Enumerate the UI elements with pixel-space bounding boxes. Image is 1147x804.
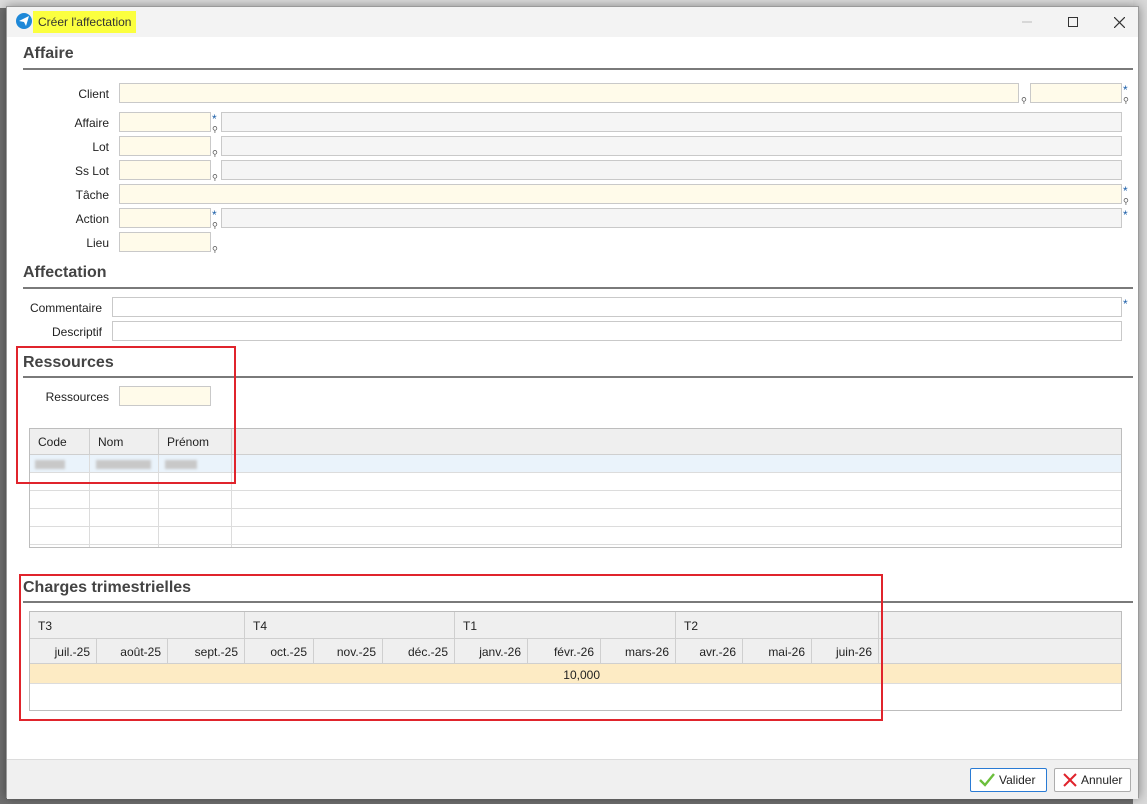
tache-field[interactable] [119, 184, 1122, 204]
check-icon [979, 773, 995, 787]
lieu-field[interactable] [119, 232, 211, 252]
close-icon [1113, 16, 1125, 28]
tache-label: Tâche [75, 188, 109, 202]
action-description-field[interactable] [221, 208, 1122, 228]
required-star: * [1123, 83, 1128, 97]
pin-icon[interactable]: ⚲ [1123, 198, 1129, 206]
sslot-label: Ss Lot [74, 164, 109, 178]
required-star: * [1123, 208, 1128, 222]
action-code-field[interactable] [119, 208, 211, 228]
sslot-code-field[interactable] [119, 160, 211, 180]
pin-icon[interactable]: ⚲ [212, 222, 218, 230]
commentaire-label: Commentaire [29, 301, 102, 315]
column-header-empty [232, 429, 1121, 455]
sslot-description-field[interactable] [221, 160, 1122, 180]
required-star: * [212, 112, 217, 126]
validate-button[interactable]: Valider [970, 768, 1047, 792]
client-label: Client [78, 87, 109, 101]
minimize-button[interactable] [1004, 7, 1050, 37]
required-star: * [212, 208, 217, 222]
client-code-field[interactable] [1030, 83, 1122, 103]
x-icon [1063, 773, 1077, 787]
pin-icon[interactable]: ⚲ [212, 126, 218, 134]
section-divider [23, 287, 1133, 289]
annotation-box-charges [19, 574, 883, 721]
validate-label: Valider [999, 773, 1036, 787]
pin-icon[interactable]: ⚲ [1021, 97, 1027, 105]
pin-icon[interactable]: ⚲ [1123, 97, 1129, 105]
cancel-button[interactable]: Annuler [1054, 768, 1131, 792]
dialog-footer: Valider Annuler [7, 759, 1138, 799]
paper-plane-icon [16, 13, 32, 29]
lot-description-field[interactable] [221, 136, 1122, 156]
close-button[interactable] [1096, 7, 1142, 37]
maximize-icon [1068, 17, 1078, 27]
minimize-icon [1022, 21, 1032, 23]
affaire-description-field[interactable] [221, 112, 1122, 132]
pin-icon[interactable]: ⚲ [212, 174, 218, 182]
client-field[interactable] [119, 83, 1019, 103]
required-star: * [1123, 184, 1128, 198]
lot-label: Lot [92, 140, 109, 154]
section-title-affaire: Affaire [23, 45, 74, 62]
lot-code-field[interactable] [119, 136, 211, 156]
affaire-label: Affaire [74, 116, 109, 130]
action-label: Action [75, 212, 109, 226]
month-header-empty [879, 639, 1121, 664]
annotation-box-ressources [16, 346, 236, 484]
section-title-affectation: Affectation [23, 264, 107, 281]
cancel-label: Annuler [1081, 773, 1123, 787]
quarter-header-empty [879, 612, 1121, 639]
title-bar: Créer l'affectation [7, 7, 1138, 37]
affaire-code-field[interactable] [119, 112, 211, 132]
section-divider [23, 68, 1133, 70]
pin-icon[interactable]: ⚲ [212, 150, 218, 158]
empty-rows [30, 473, 1121, 547]
descriptif-field[interactable] [112, 321, 1122, 341]
required-star: * [1123, 297, 1128, 311]
pin-icon[interactable]: ⚲ [212, 246, 218, 254]
maximize-button[interactable] [1050, 7, 1096, 37]
lieu-label: Lieu [86, 236, 109, 250]
window-title: Créer l'affectation [33, 11, 137, 33]
dialog-content: Affaire Client ⚲ * ⚲ Affaire * ⚲ Lot ⚲ S… [7, 37, 1138, 759]
commentaire-field[interactable] [112, 297, 1122, 317]
descriptif-label: Descriptif [51, 325, 102, 339]
dialog-window: Créer l'affectation Affaire Client ⚲ * ⚲… [6, 6, 1139, 799]
